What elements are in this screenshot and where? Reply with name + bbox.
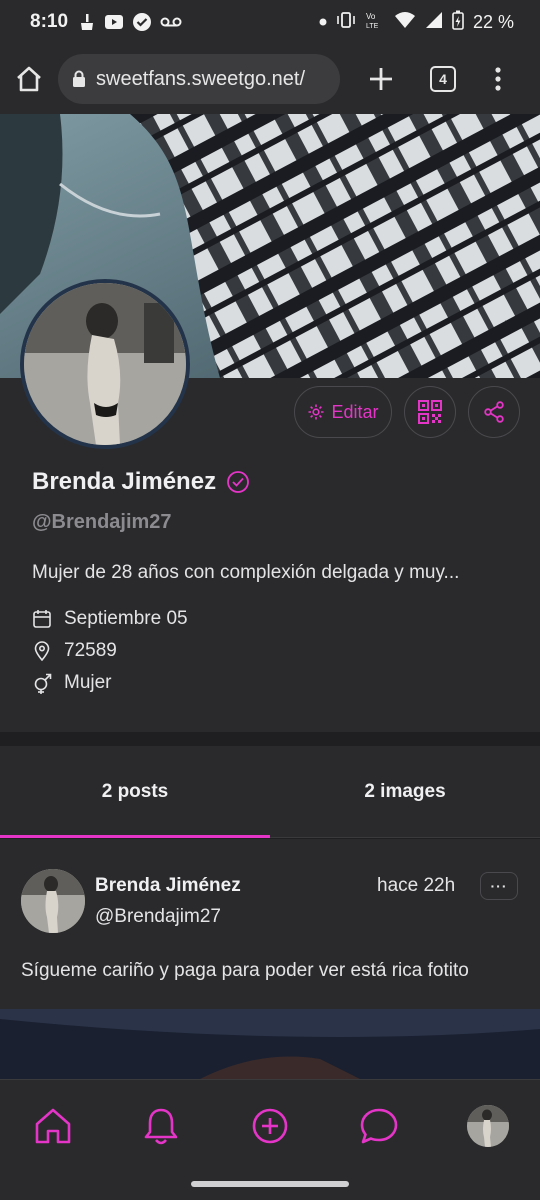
birthday-row: Septiembre 05 [32,608,188,630]
calendar-icon [33,610,51,628]
dot-icon [319,13,327,31]
lock-icon [73,70,85,87]
address-bar[interactable]: sweetfans.sweetgo.net/ [58,54,340,104]
url-text: sweetfans.sweetgo.net/ [96,67,306,90]
post-image[interactable] [0,1009,540,1079]
profile-name-row: Brenda Jiménez [32,468,250,496]
location-row: 72589 [32,640,117,662]
profile-tabs: 2 posts 2 images [0,746,540,838]
tab-count: 4 [430,66,456,92]
new-tab-button[interactable] [368,66,394,92]
svg-text:Vo: Vo [366,12,376,21]
plus-circle-icon [252,1108,288,1144]
youtube-icon [104,13,124,31]
gesture-bar[interactable] [191,1181,349,1187]
volte-icon: Vo LTE [365,10,385,35]
home-icon [35,1108,71,1144]
home-button[interactable] [14,64,44,94]
profile-name: Brenda Jiménez [32,468,217,495]
nav-create[interactable] [248,1104,292,1148]
gender-row: Mujer [32,672,112,694]
check-circle-icon [132,12,152,32]
battery-icon [452,10,464,35]
more-vertical-icon [495,67,501,91]
chat-icon [360,1108,398,1144]
nav-profile-avatar[interactable] [467,1105,509,1147]
post-author-avatar[interactable] [21,869,85,933]
tab-images[interactable]: 2 images [270,746,540,837]
browser-toolbar: sweetfans.sweetgo.net/ 4 [0,44,540,114]
wifi-icon [394,11,416,34]
share-icon [484,401,504,423]
location-pin-icon [34,641,50,661]
signal-icon [425,11,443,34]
gear-icon [308,404,324,420]
bell-icon [144,1108,178,1145]
browser-menu-button[interactable] [494,66,502,92]
edit-label: Editar [331,401,379,422]
clock: 8:10 [30,11,69,32]
profile-actions: Editar [294,386,520,438]
verified-icon [227,471,249,493]
vibrate-icon [336,11,356,34]
svg-text:LTE: LTE [366,23,379,30]
tab-posts[interactable]: 2 posts [0,746,270,838]
plus-icon [370,68,392,90]
profile-handle: @Brendajim27 [32,511,172,533]
voicemail-icon [160,15,182,29]
broom-icon [78,13,96,31]
post-author-name[interactable]: Brenda Jiménez [95,875,241,897]
edit-profile-button[interactable]: Editar [294,386,392,438]
qr-code-icon [418,400,442,424]
profile-bio[interactable]: Mujer de 28 años con complexión delgada … [32,562,512,584]
gender-text: Mujer [64,672,112,693]
nav-messages[interactable] [357,1104,401,1148]
browser-home-icon [17,66,41,92]
battery-percent: 22 % [472,11,514,32]
nav-home[interactable] [31,1104,75,1148]
location-text: 72589 [64,640,117,661]
status-bar: 8:10 Vo LTE 22 % [0,0,540,44]
share-button[interactable] [468,386,520,438]
post-text: Sígueme cariño y paga para poder ver est… [21,960,469,981]
post-author-handle[interactable]: @Brendajim27 [95,906,221,928]
post-card: Brenda Jiménez @Brendajim27 hace 22h ···… [0,839,540,1009]
profile-avatar-large[interactable] [20,279,190,449]
post-more-button[interactable]: ··· [480,872,518,900]
gender-icon [34,673,52,694]
nav-notifications[interactable] [139,1104,183,1148]
qr-code-button[interactable] [404,386,456,438]
birthday-text: Septiembre 05 [64,608,188,629]
post-timestamp: hace 22h [377,875,456,896]
tab-switcher-button[interactable]: 4 [430,66,456,92]
